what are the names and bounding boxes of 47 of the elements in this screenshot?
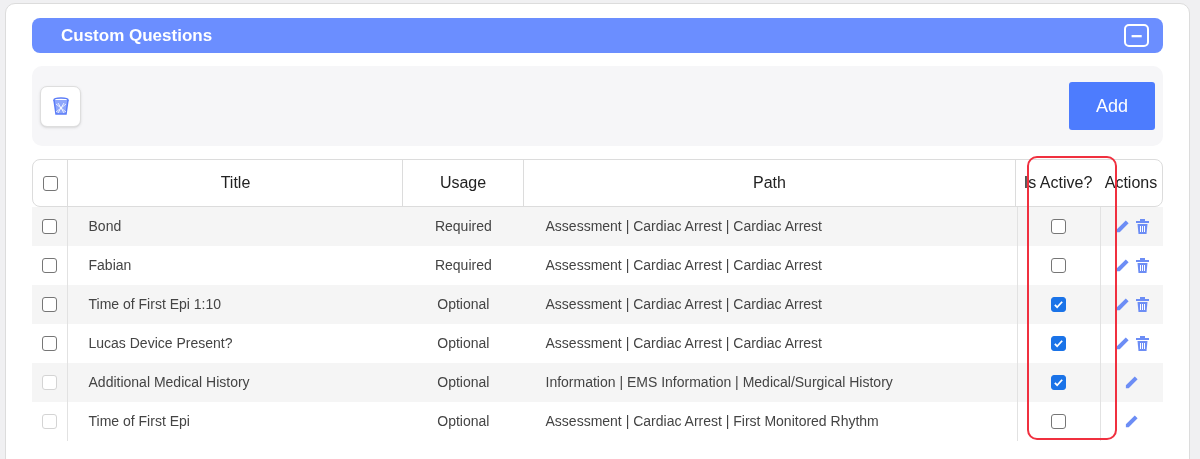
- table-cell-text: Additional Medical History: [88, 373, 250, 392]
- table-cell-text: Information | EMS Information | Medical/Surgical History: [545, 373, 893, 392]
- table-cell-text: Required: [434, 217, 492, 236]
- checkbox[interactable]: [41, 258, 57, 273]
- checkbox[interactable]: [1051, 219, 1067, 234]
- checkbox[interactable]: [1051, 297, 1067, 312]
- trash-icon[interactable]: [1135, 297, 1149, 312]
- add-button[interactable]: Add: [1069, 82, 1155, 130]
- wastebasket-icon: [52, 97, 69, 115]
- trash-icon[interactable]: [1135, 336, 1149, 351]
- trash-icon[interactable]: [1135, 219, 1149, 234]
- table-cell-text: Optional: [437, 373, 490, 392]
- table-cell-text: Bond: [88, 217, 122, 236]
- table-row[interactable]: Time of First Epi 1:10 Optional Assessment | Cardiac Arrest | Cardiac Arrest: [32, 285, 1163, 324]
- table-cell-text: Fabian: [88, 256, 132, 275]
- delete-selected-button[interactable]: [40, 85, 81, 127]
- pencil-icon[interactable]: [1114, 258, 1130, 273]
- table-cell-text: Assessment | Cardiac Arrest | Cardiac Arrest: [545, 334, 822, 353]
- column-header: Usage: [439, 173, 487, 193]
- table-cell-text: Assessment | Cardiac Arrest | First Monitored Rhythm: [545, 412, 879, 431]
- checkmark-icon: [1053, 338, 1065, 349]
- table-cell-text: Lucas Device Present?: [88, 334, 233, 353]
- pencil-icon[interactable]: [1114, 219, 1130, 234]
- table-cell-text: Optional: [437, 412, 490, 431]
- table-cell-text: Optional: [437, 295, 490, 314]
- pencil-icon[interactable]: [1114, 336, 1130, 351]
- checkbox[interactable]: [1051, 258, 1067, 273]
- trash-icon[interactable]: [1135, 258, 1149, 273]
- checkbox[interactable]: [42, 175, 58, 191]
- pencil-icon[interactable]: [1114, 297, 1130, 312]
- table-cell-text: Assessment | Cardiac Arrest | Cardiac Arrest: [545, 217, 822, 236]
- table-cell-text: Assessment | Cardiac Arrest | Cardiac Arrest: [545, 256, 822, 275]
- checkbox[interactable]: [41, 336, 57, 351]
- table-cell-text: Required: [434, 256, 492, 275]
- checkbox[interactable]: [1051, 336, 1067, 351]
- column-header: Title: [220, 173, 251, 193]
- checkmark-icon: [1053, 299, 1065, 310]
- table-row[interactable]: Bond Required Assessment | Cardiac Arrest | Cardiac Arrest: [32, 207, 1163, 246]
- checkbox[interactable]: [41, 297, 57, 312]
- table-cell-text: Optional: [437, 334, 490, 353]
- column-header: Path: [752, 173, 786, 193]
- panel-title: Custom Questions: [61, 24, 213, 47]
- table-cell-text: Assessment | Cardiac Arrest | Cardiac Arrest: [545, 295, 822, 314]
- checkbox[interactable]: [41, 219, 57, 234]
- table-cell-text: Time of First Epi: [88, 412, 190, 431]
- table-cell-text: Time of First Epi 1:10: [88, 295, 222, 314]
- checkmark-icon: [1053, 377, 1065, 388]
